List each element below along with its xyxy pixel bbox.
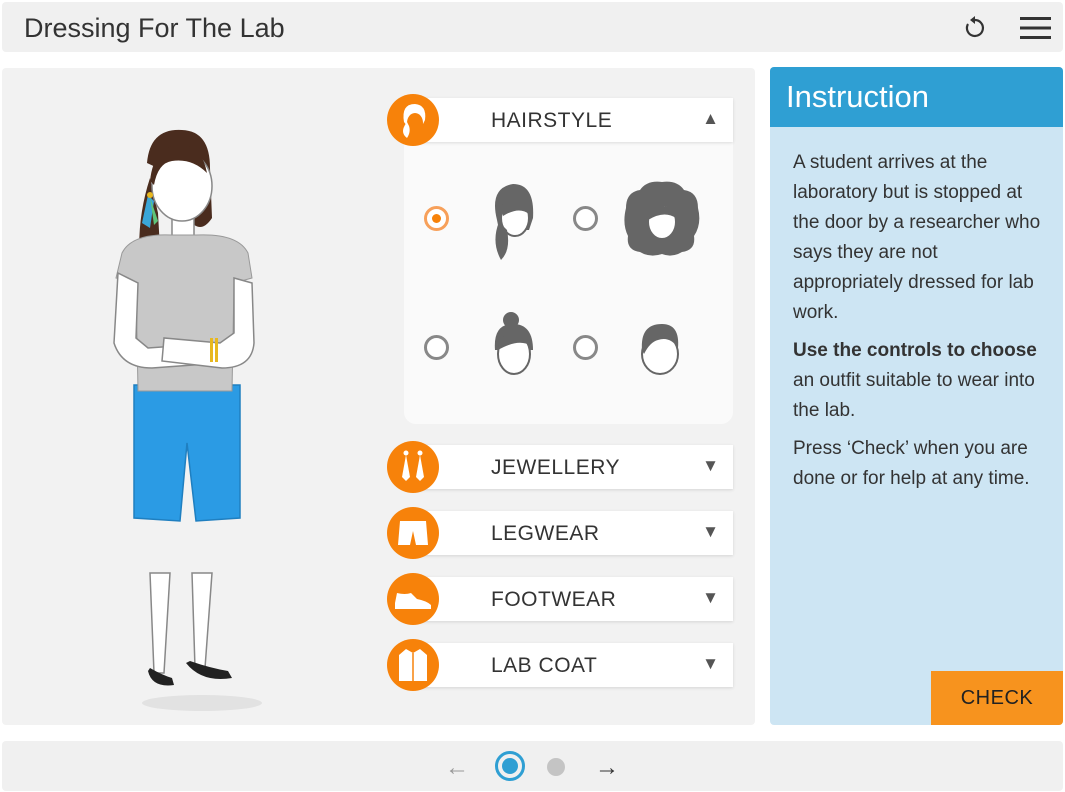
hairstyle-radio-4[interactable] <box>573 335 598 360</box>
chevron-up-icon: ▲ <box>702 109 719 128</box>
chevron-down-icon: ▼ <box>702 456 719 475</box>
footwear-category-icon[interactable] <box>387 573 439 625</box>
accordion-label: FOOTWEAR <box>491 588 617 611</box>
accordion-header-footwear[interactable]: FOOTWEAR ▼ <box>411 577 733 621</box>
long-ponytail-hair-icon <box>495 184 534 260</box>
menu-button[interactable] <box>1020 17 1051 39</box>
earrings-icon <box>402 450 424 481</box>
student-figure <box>113 129 262 711</box>
legwear-category-icon[interactable] <box>387 507 439 559</box>
chevron-down-icon: ▼ <box>702 654 719 673</box>
reset-button[interactable] <box>963 15 987 39</box>
reset-icon <box>965 16 984 38</box>
accordion-jewellery: JEWELLERY ▼ <box>387 441 733 493</box>
accordion-hairstyle: HAIRSTYLE ▲ <box>387 94 733 146</box>
instruction-title: Instruction <box>786 79 930 114</box>
next-arrow-icon[interactable]: → <box>595 754 619 782</box>
page-title: Dressing For The Lab <box>24 13 285 43</box>
hairstyle-options <box>404 140 733 424</box>
instruction-paragraph-1: A student arrives at the laboratory but … <box>793 152 1041 323</box>
short-hair-icon <box>641 324 679 375</box>
page-indicator-2[interactable] <box>547 758 565 776</box>
previous-arrow-icon[interactable]: ← <box>445 754 469 782</box>
instruction-panel: Instruction A student arrives at the lab… <box>770 67 1063 725</box>
instruction-text: A student arrives at the laboratory but … <box>793 148 1043 502</box>
lab-coat-category-icon[interactable] <box>387 639 439 691</box>
accordion-label: HAIRSTYLE <box>491 109 613 132</box>
shorts-icon <box>398 521 428 545</box>
curly-afro-hair-icon <box>624 181 700 256</box>
chevron-down-icon: ▼ <box>702 522 719 541</box>
accordion-header-lab-coat[interactable]: LAB COAT ▼ <box>411 643 733 687</box>
accordion-footwear: FOOTWEAR ▼ <box>387 573 733 625</box>
chevron-down-icon: ▼ <box>702 588 719 607</box>
check-button[interactable]: CHECK <box>931 671 1063 725</box>
accordion-header-legwear[interactable]: LEGWEAR ▼ <box>411 511 733 555</box>
jewellery-category-icon[interactable] <box>387 441 439 493</box>
instruction-emphasis: Use the controls to choose <box>793 340 1037 361</box>
accordion-header-jewellery[interactable]: JEWELLERY ▼ <box>411 445 733 489</box>
hairstyle-category-icon[interactable] <box>387 94 439 146</box>
accordion-lab-coat: LAB COAT ▼ <box>387 639 733 691</box>
bun-hair-icon <box>494 312 533 375</box>
hamburger-menu-icon <box>1020 17 1051 39</box>
top-bar: Dressing For The Lab <box>2 2 1063 52</box>
accordion-label: LEGWEAR <box>491 522 600 545</box>
bottom-navigation: ← → <box>2 741 1063 791</box>
instruction-paragraph-2-rest: an outfit suitable to wear into the lab. <box>793 370 1035 421</box>
hairstyle-icon <box>403 104 426 138</box>
hairstyle-radio-2[interactable] <box>573 206 598 231</box>
hairstyle-radio-3[interactable] <box>424 335 449 360</box>
hairstyle-radio-1[interactable] <box>424 206 449 231</box>
page-indicator-current[interactable] <box>495 751 525 781</box>
accordion-legwear: LEGWEAR ▼ <box>387 507 733 559</box>
shoe-icon <box>395 593 431 609</box>
accordion-label: JEWELLERY <box>491 456 620 479</box>
instruction-paragraph-2: Use the controls to choose an outfit sui… <box>793 336 1043 426</box>
accordion-header-hairstyle[interactable]: HAIRSTYLE ▲ <box>411 98 733 142</box>
instruction-paragraph-3: Press ‘Check’ when you are done or for h… <box>793 438 1030 489</box>
accordion-label: LAB COAT <box>491 654 598 677</box>
instruction-header: Instruction <box>770 67 1063 127</box>
lab-coat-icon <box>399 649 427 681</box>
